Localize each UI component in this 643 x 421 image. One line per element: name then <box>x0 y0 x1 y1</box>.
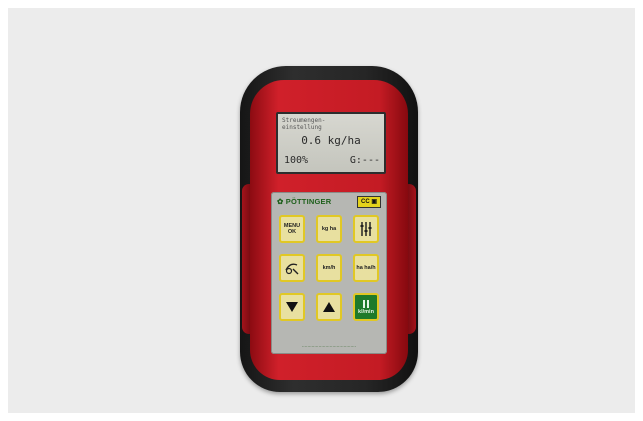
up-arrow-key[interactable] <box>316 293 342 321</box>
image-frame: Streumengen- einstellung 0.6 kg/ha 100% … <box>8 8 635 413</box>
lcd-display: Streumengen- einstellung 0.6 kg/ha 100% … <box>276 112 386 174</box>
spreader-icon <box>284 260 300 276</box>
lcd-g-readout: G:--- <box>349 155 380 166</box>
speed-key[interactable]: km/h <box>316 254 342 282</box>
brand-logo: ✿ PÖTTINGER <box>277 197 332 206</box>
area-key[interactable]: ha ha/h <box>353 254 379 282</box>
arrow-down-icon <box>285 301 299 313</box>
kgha-label: kg ha <box>321 226 337 232</box>
lcd-line-2: einstellung <box>282 124 322 131</box>
menu-ok-key[interactable]: MENU OK <box>279 215 305 243</box>
lcd-line-1: Streumengen- <box>282 117 326 124</box>
down-arrow-key[interactable] <box>279 293 305 321</box>
sliders-icon <box>359 221 373 237</box>
lcd-percent: 100% <box>284 155 309 166</box>
arrow-up-icon <box>322 301 336 313</box>
model-badge: CC ▣ <box>357 196 381 208</box>
keypad-panel: ✿ PÖTTINGER CC ▣ MENU OK kg ha km/h ha h… <box>271 192 387 354</box>
lcd-rate-value: 0.6 kg/ha <box>301 134 361 147</box>
flow-icon <box>361 299 371 309</box>
settings-key[interactable] <box>353 215 379 243</box>
menu-ok-label: MENU OK <box>283 223 301 235</box>
handheld-controller: Streumengen- einstellung 0.6 kg/ha 100% … <box>240 66 418 392</box>
area-label: ha ha/h <box>356 265 376 271</box>
speed-label: km/h <box>322 265 336 271</box>
panel-footer-text: ....................................... <box>301 343 357 349</box>
flow-label: kl/min <box>358 309 374 315</box>
flow-key[interactable]: kl/min <box>353 293 379 321</box>
kgha-key[interactable]: kg ha <box>316 215 342 243</box>
spreader-key[interactable] <box>279 254 305 282</box>
